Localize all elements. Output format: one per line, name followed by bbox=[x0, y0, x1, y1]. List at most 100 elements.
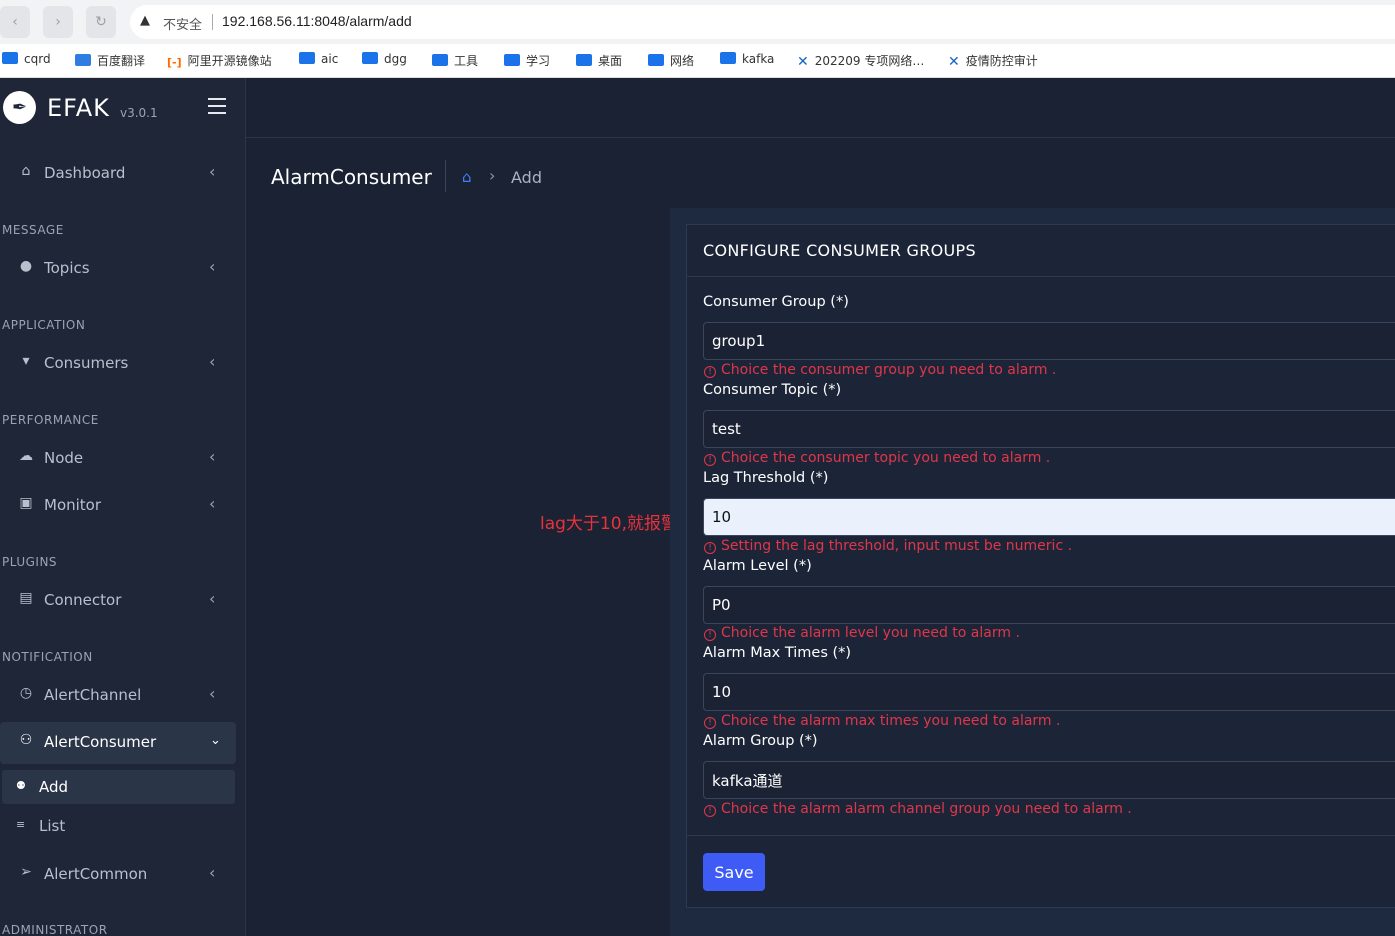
breadcrumb-current: Add bbox=[511, 168, 542, 187]
info-icon: ! bbox=[704, 805, 716, 817]
sidebar-item-dashboard[interactable]: ⌂ Dashboard ‹ bbox=[0, 153, 236, 195]
form-title: CONFIGURE CONSUMER GROUPS bbox=[703, 241, 976, 260]
cloud-icon: ☁ bbox=[19, 448, 33, 464]
page-title: AlarmConsumer bbox=[271, 165, 432, 189]
forward-icon[interactable]: › bbox=[43, 6, 73, 38]
section-performance: PERFORMANCE bbox=[2, 413, 99, 427]
sidebar-item-monitor[interactable]: ▣ Monitor ‹ bbox=[0, 485, 236, 527]
chevron-left-icon: ‹ bbox=[209, 494, 216, 513]
bookmark-item[interactable]: 百度翻译 bbox=[75, 52, 145, 70]
sidebar-item-consumers[interactable]: ▾ Consumers ‹ bbox=[0, 343, 236, 385]
sidebar-subitem-add[interactable]: ⚉ Add bbox=[2, 770, 235, 804]
sidebar-item-alertchannel[interactable]: ◷ AlertChannel ‹ bbox=[0, 675, 236, 717]
sidebar-item-alertconsumer[interactable]: ⚇ AlertConsumer ⌄ bbox=[0, 722, 236, 764]
info-icon: ! bbox=[704, 629, 716, 641]
alarm-group-label: Alarm Group (*) bbox=[703, 733, 818, 749]
bookmark-item[interactable]: 网络 bbox=[648, 52, 694, 70]
bookmark-item[interactable]: 工具 bbox=[432, 52, 478, 70]
form-footer-divider bbox=[687, 835, 1395, 836]
alarm-level-label: Alarm Level (*) bbox=[703, 558, 812, 574]
folder-icon bbox=[432, 54, 448, 66]
alarm-max-times-label: Alarm Max Times (*) bbox=[703, 645, 852, 661]
list-icon: ≡ bbox=[16, 818, 26, 831]
url-text[interactable]: 192.168.56.11:8048/alarm/add bbox=[222, 13, 412, 29]
folder-icon bbox=[2, 52, 18, 64]
info-icon: ! bbox=[704, 454, 716, 466]
database-icon: ▤ bbox=[19, 590, 33, 606]
warning-icon[interactable]: ▲ bbox=[140, 13, 150, 28]
info-icon: ! bbox=[704, 717, 716, 729]
app-root: ✒ EFAK v3.0.1 ⌂ Dashboard ‹ MESSAGE ● To… bbox=[0, 78, 1395, 936]
aliyun-icon: [-] bbox=[167, 56, 182, 69]
section-plugins: PLUGINS bbox=[2, 555, 58, 569]
bookmark-item[interactable]: kafka bbox=[720, 52, 774, 70]
confluence-icon: ✕ bbox=[797, 54, 809, 70]
alarm-level-help: ! Choice the alarm level you need to alar… bbox=[704, 625, 1020, 641]
consumer-group-select[interactable] bbox=[703, 322, 1395, 360]
section-application: APPLICATION bbox=[2, 318, 86, 332]
insecure-label[interactable]: 不安全 bbox=[163, 14, 202, 33]
bookmark-item[interactable]: cqrd bbox=[2, 52, 51, 70]
lag-threshold-help: ! Setting the lag threshold, input must b… bbox=[704, 538, 1072, 554]
bookmark-item[interactable]: 学习 bbox=[504, 52, 550, 70]
sidebar-item-alertcommon[interactable]: ➢ AlertCommon ‹ bbox=[0, 854, 236, 896]
annotation-note: lag大于10,就报警 bbox=[540, 514, 678, 534]
consumer-topic-select[interactable] bbox=[703, 410, 1395, 448]
sidebar-item-connector[interactable]: ▤ Connector ‹ bbox=[0, 580, 236, 622]
topbar bbox=[208, 78, 1395, 138]
consumer-topic-label: Consumer Topic (*) bbox=[703, 382, 842, 398]
sidebar-subitem-list[interactable]: ≡ List bbox=[2, 809, 235, 843]
breadcrumb-chevron-icon: › bbox=[489, 166, 496, 185]
send-icon: ➢ bbox=[20, 864, 32, 880]
back-icon[interactable]: ‹ bbox=[0, 6, 30, 38]
translate-icon bbox=[75, 54, 91, 66]
alarm-group-help: ! Choice the alarm alarm channel group yo… bbox=[704, 801, 1132, 817]
browser-toolbar: ‹ › ↻ ▲ 不安全 192.168.56.11:8048/alarm/add bbox=[0, 0, 1395, 44]
address-bar[interactable]: ▲ 不安全 192.168.56.11:8048/alarm/add bbox=[130, 5, 1395, 39]
folder-icon bbox=[299, 52, 315, 64]
chart-icon: ▣ bbox=[19, 495, 33, 511]
info-icon: ! bbox=[704, 366, 716, 378]
bookmark-item[interactable]: aic bbox=[299, 52, 338, 70]
folder-icon bbox=[504, 54, 520, 66]
bookmark-item[interactable]: ✕ 疫情防控审计 bbox=[948, 52, 1038, 70]
alarm-clock-icon: ◷ bbox=[19, 685, 33, 701]
section-notification: NOTIFICATION bbox=[2, 650, 93, 664]
chevron-left-icon: ‹ bbox=[209, 863, 216, 882]
consumer-topic-help: ! Choice the consumer topic you need to a… bbox=[704, 450, 1050, 466]
user-signal-icon: ⚇ bbox=[19, 732, 33, 748]
alarm-level-select[interactable] bbox=[703, 586, 1395, 624]
section-message: MESSAGE bbox=[2, 223, 64, 237]
bookmark-item[interactable]: dgg bbox=[362, 52, 407, 70]
bookmark-item[interactable]: [-] 阿里开源镜像站 bbox=[167, 52, 272, 70]
chevron-left-icon: ‹ bbox=[209, 352, 216, 371]
brand-name: EFAK bbox=[47, 94, 110, 122]
address-divider bbox=[212, 14, 213, 30]
reload-icon[interactable]: ↻ bbox=[86, 6, 116, 38]
home-icon: ⌂ bbox=[21, 163, 31, 179]
chevron-left-icon: ‹ bbox=[209, 162, 216, 181]
info-icon: ! bbox=[704, 542, 716, 554]
form-divider bbox=[687, 276, 1395, 277]
breadcrumb-home-icon[interactable]: ⌂ bbox=[462, 168, 472, 186]
bookmark-item[interactable]: 桌面 bbox=[576, 52, 622, 70]
chevron-down-icon: ⌄ bbox=[210, 733, 221, 748]
confluence-icon: ✕ bbox=[948, 54, 960, 70]
sidebar-item-node[interactable]: ☁ Node ‹ bbox=[0, 438, 236, 480]
hamburger-menu-icon[interactable] bbox=[208, 98, 226, 114]
bookmarks-bar: cqrd 百度翻译 [-] 阿里开源镜像站 aic dgg 工具 学习 桌面 网络… bbox=[0, 44, 1395, 78]
alarm-max-times-select[interactable] bbox=[703, 673, 1395, 711]
save-button[interactable]: Save bbox=[703, 853, 765, 891]
lag-threshold-input[interactable] bbox=[703, 498, 1395, 536]
brand-version: v3.0.1 bbox=[120, 106, 158, 120]
sidebar-item-topics[interactable]: ● Topics ‹ bbox=[0, 248, 236, 290]
feather-logo-icon: ✒ bbox=[3, 91, 36, 124]
bookmark-item[interactable]: ✕ 202209 专项网络… bbox=[797, 52, 924, 70]
user-add-icon: ⚉ bbox=[16, 779, 26, 792]
folder-icon bbox=[362, 52, 378, 64]
chevron-left-icon: ‹ bbox=[209, 589, 216, 608]
alarm-group-select[interactable] bbox=[703, 761, 1395, 799]
folder-icon bbox=[720, 52, 736, 64]
chevron-left-icon: ‹ bbox=[209, 447, 216, 466]
chevron-left-icon: ‹ bbox=[209, 257, 216, 276]
